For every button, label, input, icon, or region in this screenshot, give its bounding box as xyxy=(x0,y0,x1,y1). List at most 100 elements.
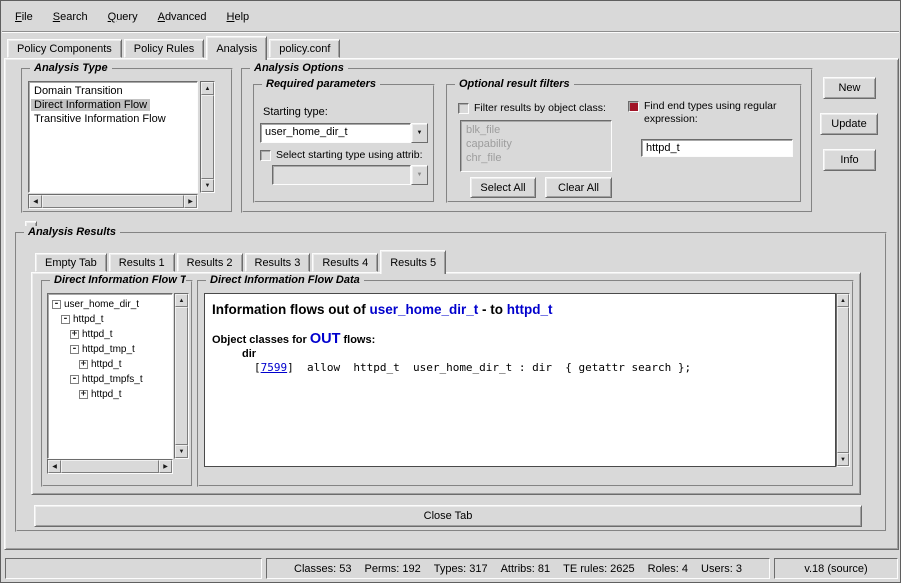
main-tab[interactable]: Policy Rules xyxy=(124,39,205,58)
tree-expander-icon[interactable]: + xyxy=(79,360,88,369)
tree-node[interactable]: - httpd_t xyxy=(48,312,172,327)
scrollbar-thumb[interactable] xyxy=(201,95,214,179)
required-parameters-group: Required parameters Starting type: user_… xyxy=(253,84,435,203)
tree-node[interactable]: + httpd_t xyxy=(48,357,172,372)
status-stat: Classes: 53 xyxy=(294,563,351,575)
scroll-up-icon[interactable]: ▲ xyxy=(201,82,214,95)
main-tab[interactable]: policy.conf xyxy=(269,39,340,58)
status-stat: TE rules: 2625 xyxy=(563,563,635,575)
attrib-checkbox[interactable] xyxy=(260,150,271,161)
regex-input[interactable] xyxy=(641,139,793,157)
menu-item-label: Search xyxy=(53,11,88,23)
info-button[interactable]: Info xyxy=(823,149,876,171)
optional-result-filters-group: Optional result filters Filter results b… xyxy=(446,84,802,203)
menu-item[interactable]: Advanced xyxy=(148,7,217,27)
analysis-options-title: Analysis Options xyxy=(250,62,348,74)
tree-node[interactable]: + httpd_t xyxy=(48,327,172,342)
chevron-down-icon: ▼ xyxy=(411,165,428,185)
optional-result-filters-title: Optional result filters xyxy=(455,78,574,90)
vertical-scrollbar[interactable]: ▲ ▼ xyxy=(200,81,215,193)
required-parameters-title: Required parameters xyxy=(262,78,380,90)
object-class-item-label: capability xyxy=(463,138,515,150)
results-tab[interactable]: Results 1 xyxy=(109,253,175,272)
object-class-item: chr_file xyxy=(461,151,611,165)
tree-node[interactable]: + httpd_t xyxy=(48,387,172,402)
scrollbar-thumb[interactable] xyxy=(42,195,184,208)
status-stat: Roles: 4 xyxy=(648,563,688,575)
tree-node-label: httpd_t xyxy=(91,389,122,400)
menu-item[interactable]: Query xyxy=(98,7,148,27)
scroll-left-icon[interactable]: ◀ xyxy=(29,195,42,208)
tree-expander-icon[interactable]: - xyxy=(61,315,70,324)
scroll-down-icon[interactable]: ▼ xyxy=(201,179,214,192)
results-tab-label: Results 3 xyxy=(255,257,301,269)
regex-checkbox[interactable] xyxy=(628,101,639,112)
main-tab-label: Analysis xyxy=(216,43,257,55)
scroll-up-icon[interactable]: ▲ xyxy=(175,294,188,307)
rule-line: [7599] allow httpd_t user_home_dir_t : d… xyxy=(254,361,828,374)
close-tab-button[interactable]: Close Tab xyxy=(34,505,862,527)
horizontal-scrollbar[interactable]: ◀ ▶ xyxy=(47,459,173,474)
scroll-up-icon[interactable]: ▲ xyxy=(837,294,849,307)
horizontal-scrollbar[interactable]: ◀ ▶ xyxy=(28,194,198,209)
flow-tree[interactable]: - user_home_dir_t - httpd_t + http xyxy=(47,293,173,459)
main-tab[interactable]: Analysis xyxy=(206,36,267,60)
flow-data-title: Direct Information Flow Data xyxy=(206,274,364,286)
results-tab[interactable]: Empty Tab xyxy=(35,253,107,272)
tree-expander-icon[interactable]: - xyxy=(70,345,79,354)
chevron-down-icon[interactable]: ▼ xyxy=(411,123,428,143)
tree-node-label: httpd_t xyxy=(82,329,113,340)
filter-by-class-checkbox[interactable] xyxy=(458,103,469,114)
main-tab-label: Policy Components xyxy=(17,43,112,55)
tree-expander-icon[interactable]: - xyxy=(52,300,61,309)
tree-node-label: httpd_t xyxy=(73,314,104,325)
new-button[interactable]: New xyxy=(823,77,876,99)
results-tab[interactable]: Results 4 xyxy=(312,253,378,272)
flow-tree-title: Direct Information Flow T xyxy=(50,274,186,286)
object-classes-line: Object classes for OUT flows: xyxy=(212,331,828,347)
scroll-right-icon[interactable]: ▶ xyxy=(159,460,172,473)
main-tab-label: Policy Rules xyxy=(134,43,195,55)
apol-window: File Search Query Advanced Help Policy C… xyxy=(0,0,901,583)
menu-item[interactable]: File xyxy=(5,7,43,27)
menubar: File Search Query Advanced Help xyxy=(5,5,259,29)
scrollbar-thumb[interactable] xyxy=(61,460,159,473)
menu-item[interactable]: Search xyxy=(43,7,98,27)
scroll-down-icon[interactable]: ▼ xyxy=(175,445,188,458)
scroll-down-icon[interactable]: ▼ xyxy=(837,453,849,466)
flow-heading: Information flows out of user_home_dir_t… xyxy=(212,302,828,317)
menu-item-label: Advanced xyxy=(158,11,207,23)
rule-number-link[interactable]: 7599 xyxy=(261,361,288,374)
status-cell-empty xyxy=(5,558,262,579)
analysis-type-item-label: Direct Information Flow xyxy=(31,99,150,111)
select-all-button[interactable]: Select All xyxy=(470,177,536,198)
tree-node[interactable]: - httpd_tmp_t xyxy=(48,342,172,357)
scrollbar-thumb[interactable] xyxy=(175,307,188,445)
tree-expander-icon[interactable]: + xyxy=(70,330,79,339)
status-stat: Perms: 192 xyxy=(365,563,421,575)
analysis-type-item[interactable]: Domain Transition xyxy=(29,84,197,98)
results-tab[interactable]: Results 5 xyxy=(380,250,446,274)
clear-all-button[interactable]: Clear All xyxy=(545,177,612,198)
results-tab[interactable]: Results 3 xyxy=(245,253,311,272)
analysis-type-listbox[interactable]: Domain Transition Direct Information Flo… xyxy=(28,81,198,193)
tree-node[interactable]: - user_home_dir_t xyxy=(48,297,172,312)
menu-item[interactable]: Help xyxy=(217,7,260,27)
tree-node[interactable]: - httpd_tmpfs_t xyxy=(48,372,172,387)
vertical-scrollbar[interactable]: ▲ ▼ xyxy=(836,293,850,467)
analysis-type-item[interactable]: Direct Information Flow xyxy=(29,98,197,112)
scroll-right-icon[interactable]: ▶ xyxy=(184,195,197,208)
main-tab[interactable]: Policy Components xyxy=(7,39,122,58)
update-button[interactable]: Update xyxy=(820,113,878,135)
vertical-scrollbar[interactable]: ▲ ▼ xyxy=(174,293,189,459)
results-tab[interactable]: Results 2 xyxy=(177,253,243,272)
flow-data-textarea[interactable]: Information flows out of user_home_dir_t… xyxy=(204,293,836,467)
scroll-left-icon[interactable]: ◀ xyxy=(48,460,61,473)
starting-type-combobox[interactable]: user_home_dir_t ▼ xyxy=(260,123,428,143)
tree-expander-icon[interactable]: + xyxy=(79,390,88,399)
tree-node-label: httpd_t xyxy=(91,359,122,370)
tree-expander-icon[interactable]: - xyxy=(70,375,79,384)
starting-type-value[interactable]: user_home_dir_t xyxy=(260,123,411,143)
scrollbar-thumb[interactable] xyxy=(837,307,849,453)
analysis-type-item[interactable]: Transitive Information Flow xyxy=(29,112,197,126)
